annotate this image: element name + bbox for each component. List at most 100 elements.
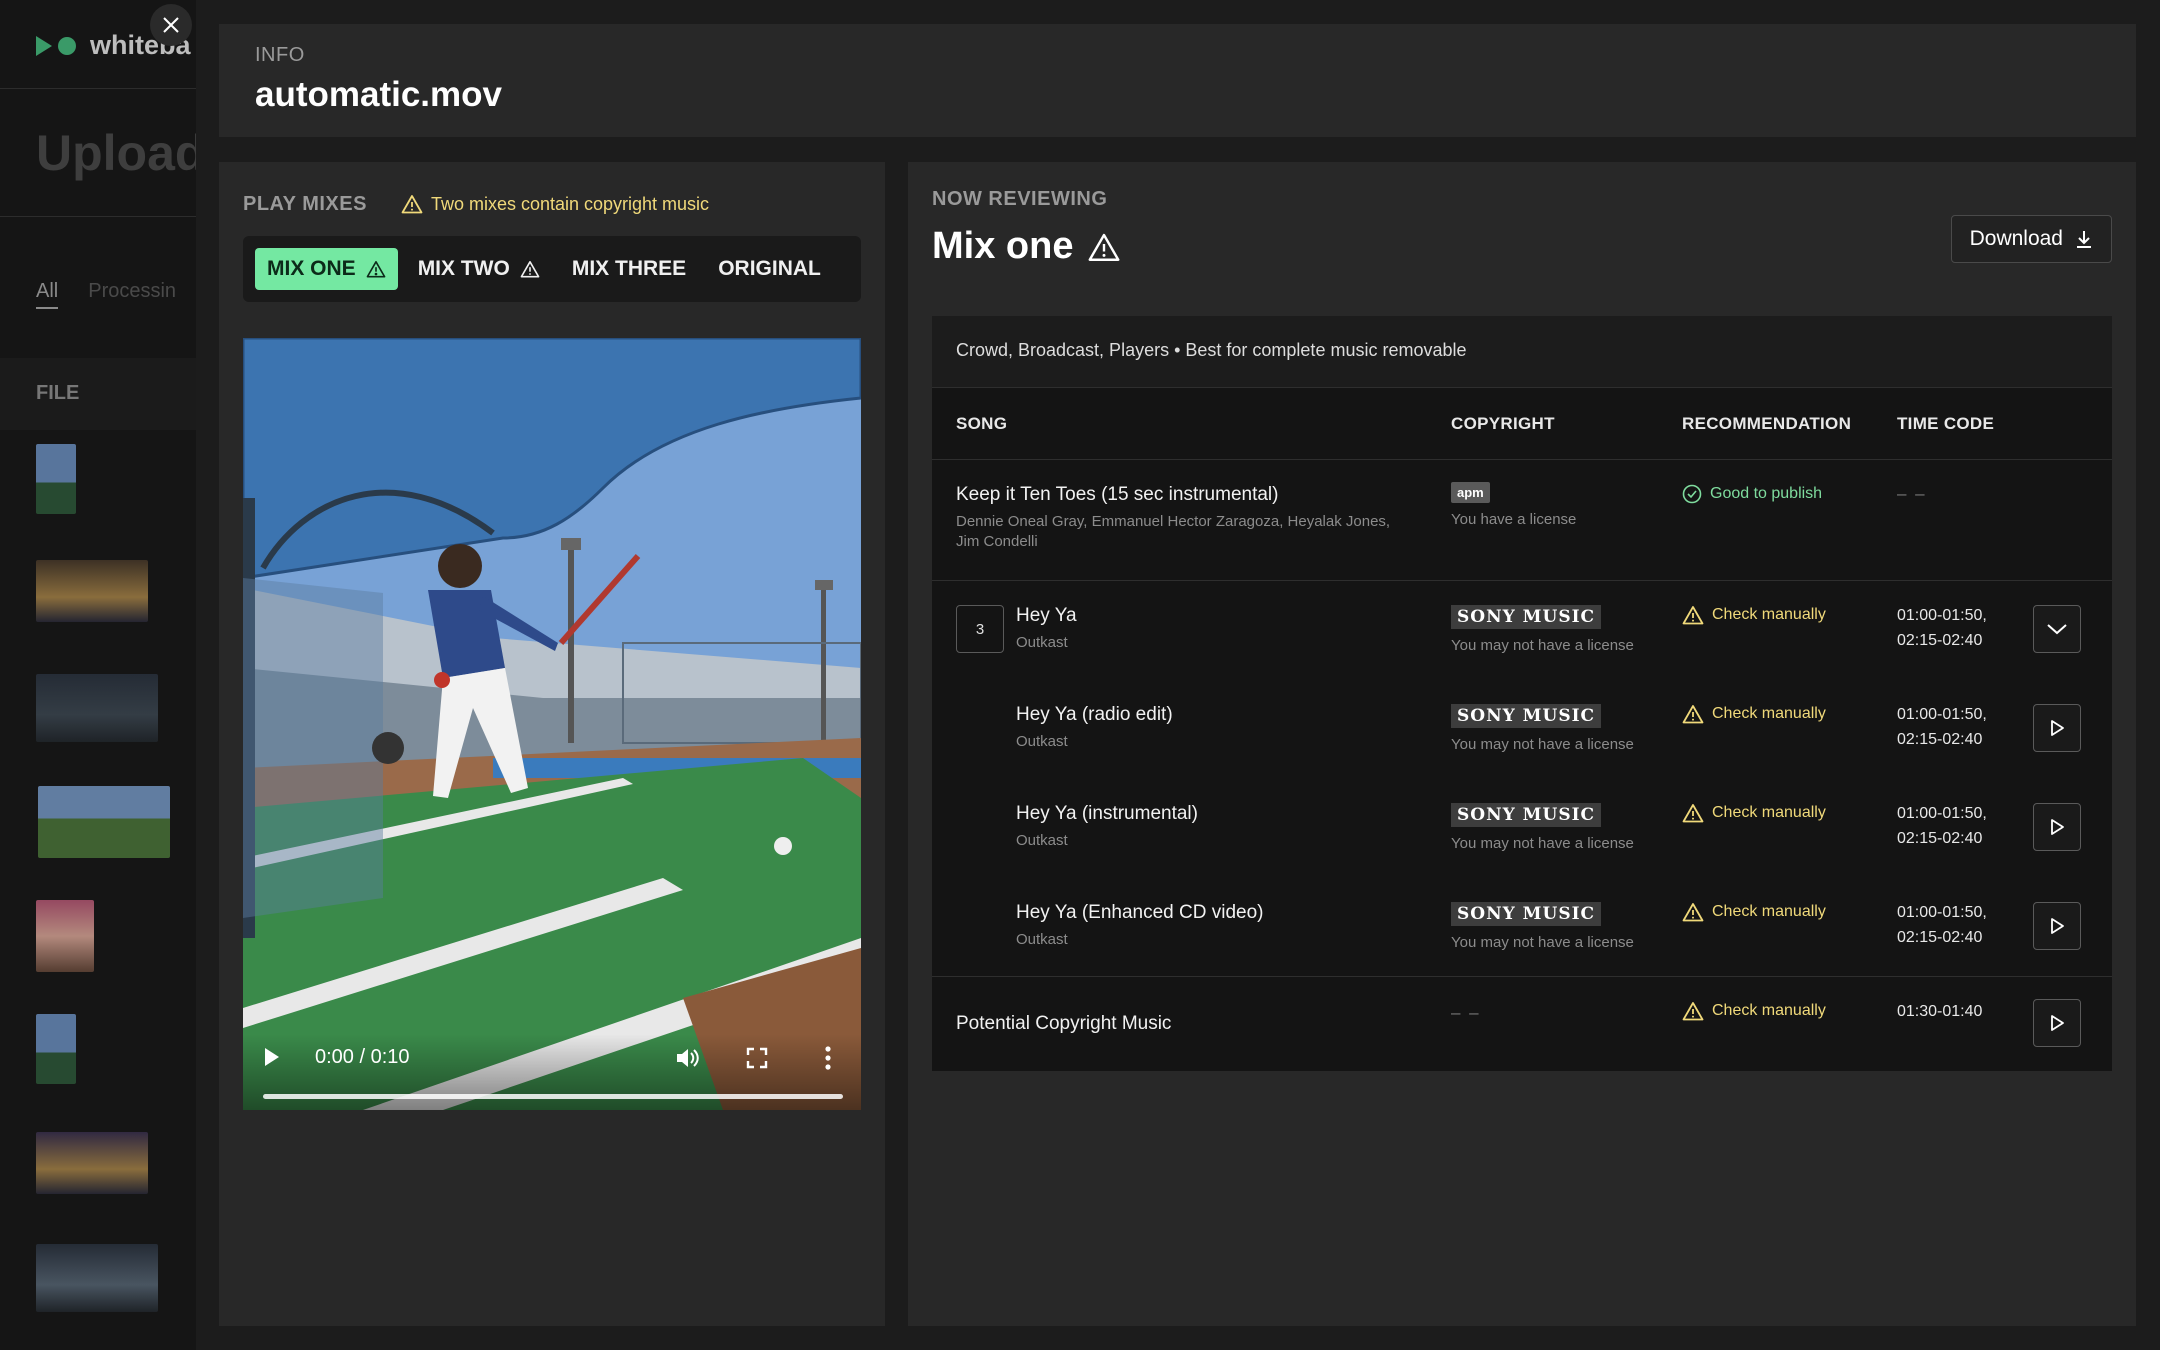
column-recommendation: RECOMMENDATION (1682, 413, 1852, 433)
fullscreen-icon[interactable] (745, 1046, 769, 1070)
version-count-badge: 3 (956, 605, 1004, 653)
play-mixes-label: PLAY MIXES (243, 192, 367, 215)
recommendation-text: Check manually (1712, 1002, 1826, 1019)
time-code-line: 01:00-01:50, (1897, 904, 1987, 921)
song-title: Hey Ya (instrumental) (1016, 803, 1198, 824)
file-thumbnail[interactable] (36, 900, 94, 972)
video-controls: 0:00 / 0:10 (243, 1034, 861, 1110)
warning-icon (1089, 233, 1120, 261)
table-row: Keep it Ten Toes (15 sec instrumental) D… (932, 460, 2112, 581)
mixes-panel: PLAY MIXES Two mixes contain copyright m… (219, 162, 885, 1326)
divider (0, 216, 200, 217)
time-code-line: 01:00-01:50, (1897, 706, 1987, 723)
tab-original[interactable]: ORIGINAL (706, 248, 833, 290)
warning-icon (1682, 903, 1704, 922)
song-artists: Outkast (1016, 634, 1068, 651)
time-code: – – (1897, 484, 1927, 503)
recommendation-text: Check manually (1712, 705, 1826, 722)
background-page-title: Upload (36, 125, 206, 181)
close-button[interactable] (150, 4, 192, 46)
volume-icon[interactable] (673, 1044, 701, 1072)
more-options-icon[interactable] (823, 1044, 833, 1072)
song-title: Keep it Ten Toes (15 sec instrumental) (956, 484, 1279, 505)
warning-icon (1682, 804, 1704, 823)
video-player[interactable]: 0:00 / 0:10 (243, 338, 861, 1110)
play-icon[interactable] (265, 1048, 279, 1066)
time-code-line: 01:00-01:50, (1897, 607, 1987, 624)
time-code: 01:00-01:50, 02:15-02:40 (1897, 900, 1987, 950)
time-code-line: 02:15-02:40 (1897, 929, 1983, 946)
song-title: Hey Ya (Enhanced CD video) (1016, 902, 1264, 923)
divider (0, 88, 200, 89)
video-time: 0:00 / 0:10 (315, 1046, 410, 1068)
time-code: 01:30-01:40 (1897, 1003, 1983, 1020)
review-title: Mix one (932, 225, 2112, 268)
song-title: Hey Ya (1016, 605, 1077, 626)
song-artists: Outkast (1016, 832, 1068, 849)
license-status: You may not have a license (1451, 736, 1634, 753)
background-tab-processing[interactable]: Processin (88, 280, 176, 309)
file-thumbnail[interactable] (36, 1014, 76, 1084)
table-row: Hey Ya (radio edit) Outkast SONY MUSIC Y… (932, 680, 2112, 779)
recommendation: Check manually (1682, 902, 1826, 922)
song-artists: Outkast (1016, 931, 1068, 948)
tab-label: MIX THREE (571, 257, 687, 280)
file-name: automatic.mov (255, 75, 502, 114)
play-button[interactable] (2033, 902, 2081, 950)
video-progress-bar[interactable] (263, 1094, 843, 1099)
play-button[interactable] (2033, 999, 2081, 1047)
recommendation-text: Check manually (1712, 606, 1826, 623)
copyright-warning-text: Two mixes contain copyright music (430, 193, 710, 214)
file-thumbnail[interactable] (36, 1132, 148, 1194)
time-code-line: 02:15-02:40 (1897, 731, 1983, 748)
tab-mix-one[interactable]: MIX ONE (255, 248, 398, 290)
play-icon (2051, 720, 2064, 736)
song-title: Hey Ya (radio edit) (1016, 704, 1173, 725)
info-header: INFO automatic.mov (219, 24, 2136, 137)
tab-label: ORIGINAL (718, 257, 821, 280)
column-song: SONG (956, 413, 1008, 433)
recommendation: Good to publish (1682, 484, 1822, 504)
warning-icon (1682, 1002, 1704, 1021)
video-frame (243, 338, 861, 1110)
song-artists: Outkast (1016, 733, 1068, 750)
recommendation-text: Check manually (1712, 804, 1826, 821)
warning-icon (520, 260, 540, 278)
table-row: Hey Ya (instrumental) Outkast SONY MUSIC… (932, 779, 2112, 878)
expand-button[interactable] (2033, 605, 2081, 653)
warning-icon (1682, 606, 1704, 625)
recommendation: Check manually (1682, 1001, 1826, 1021)
copyright-empty: – – (1451, 1003, 1481, 1022)
warning-icon (401, 195, 423, 214)
warning-icon (366, 260, 386, 278)
download-button[interactable]: Download (1950, 215, 2112, 263)
review-title-text: Mix one (932, 225, 1074, 267)
play-button[interactable] (2033, 803, 2081, 851)
background-tab-all[interactable]: All (36, 280, 59, 309)
song-artists: Dennie Oneal Gray, Emmanuel Hector Zarag… (956, 513, 1391, 550)
play-button[interactable] (2033, 704, 2081, 752)
close-icon (163, 17, 179, 33)
tab-mix-two[interactable]: MIX TWO (406, 248, 552, 290)
file-thumbnail[interactable] (36, 1244, 158, 1312)
table-row: 3 Hey Ya Outkast SONY MUSIC You may not … (932, 581, 2112, 680)
column-time-code: TIME CODE (1897, 413, 1995, 433)
table-row: Potential Copyright Music – – Check manu… (932, 977, 2112, 1071)
songs-table: Crowd, Broadcast, Players • Best for com… (932, 316, 2112, 1071)
time-code-line: 02:15-02:40 (1897, 830, 1983, 847)
play-icon (2051, 918, 2064, 934)
mix-description: Crowd, Broadcast, Players • Best for com… (932, 316, 2112, 388)
sony-music-logo: SONY MUSIC (1451, 902, 1602, 926)
play-icon (2051, 819, 2064, 835)
tab-mix-three[interactable]: MIX THREE (560, 248, 698, 290)
file-thumbnail[interactable] (36, 444, 76, 514)
recommendation-text: Check manually (1712, 903, 1826, 920)
file-thumbnail[interactable] (36, 560, 148, 622)
file-thumbnail[interactable] (38, 786, 170, 858)
logo-dot-icon (58, 36, 76, 55)
review-panel: NOW REVIEWING Mix one Download Crowd, Br… (908, 162, 2136, 1326)
apm-logo: apm (1451, 482, 1490, 503)
license-status: You may not have a license (1451, 835, 1634, 852)
recommendation: Check manually (1682, 605, 1826, 625)
file-thumbnail[interactable] (36, 674, 158, 742)
